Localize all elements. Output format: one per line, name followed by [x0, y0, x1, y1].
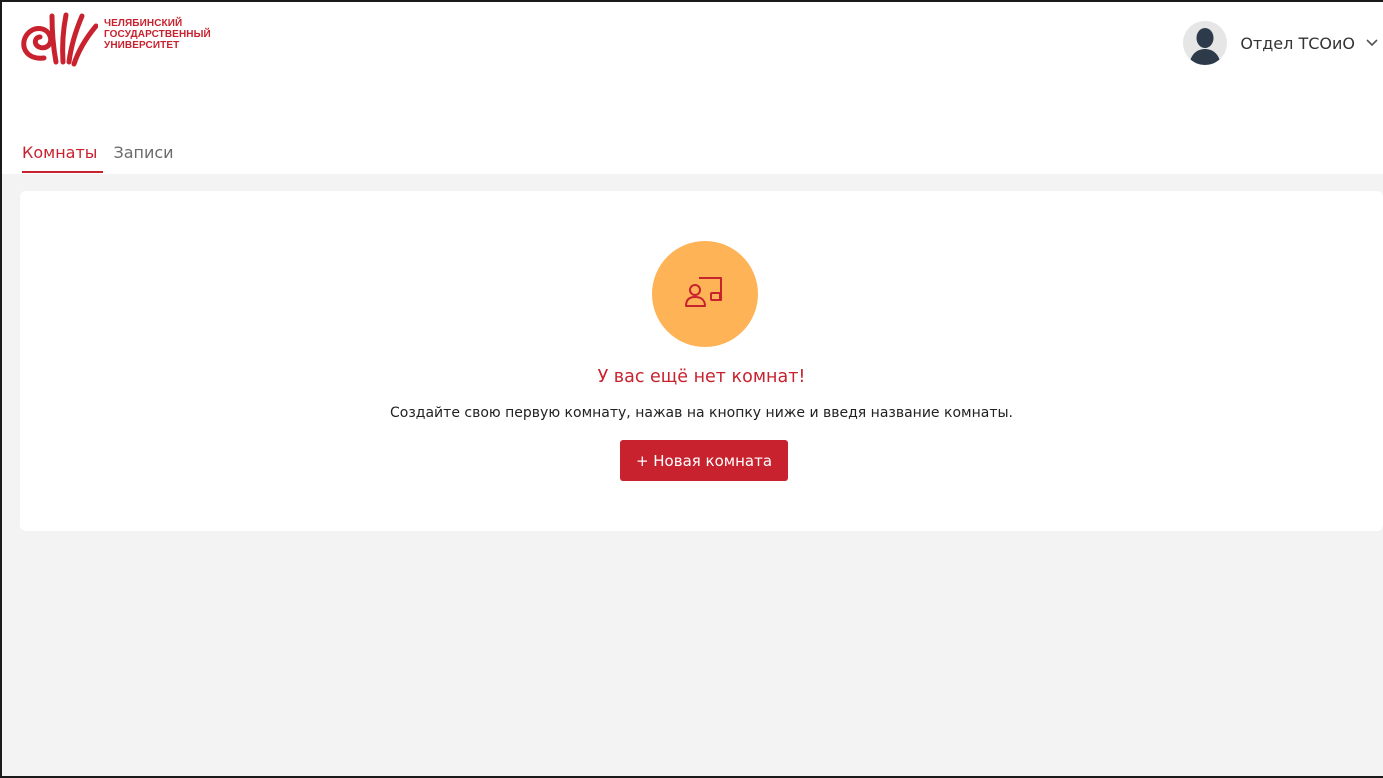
empty-state-title: У вас ещё нет комнат! — [597, 367, 806, 387]
user-avatar-icon[interactable] — [1183, 21, 1228, 65]
university-logo-icon — [21, 12, 98, 67]
logo-line: УНИВЕРСИТЕТ — [104, 40, 180, 51]
tab-recordings[interactable]: Записи — [113, 130, 173, 170]
tab-rooms[interactable]: Комнаты — [22, 130, 104, 173]
tabs: Комнаты Записи — [22, 130, 184, 175]
empty-state-icon-circle — [652, 241, 758, 347]
user-menu[interactable]: Отдел ТСОиО — [1183, 20, 1379, 66]
empty-state-subtitle: Создайте свою первую комнату, нажав на к… — [390, 405, 1013, 421]
main-content: У вас ещё нет комнат! Создайте свою перв… — [2, 174, 1383, 776]
chevron-down-icon[interactable] — [1365, 38, 1379, 48]
logo-line: ЧЕЛЯБИНСКИЙ — [104, 18, 183, 29]
header: ЧЕЛЯБИНСКИЙ ГОСУДАРСТВЕННЫЙ УНИВЕРСИТЕТ … — [2, 2, 1383, 117]
user-name[interactable]: Отдел ТСОиО — [1240, 34, 1355, 53]
teacher-board-icon — [685, 277, 722, 307]
university-logo[interactable]: ЧЕЛЯБИНСКИЙ ГОСУДАРСТВЕННЫЙ УНИВЕРСИТЕТ — [16, 12, 211, 70]
new-room-button[interactable]: + Новая комната — [620, 440, 788, 481]
avatar-silhouette — [1183, 21, 1228, 65]
app-window: ЧЕЛЯБИНСКИЙ ГОСУДАРСТВЕННЫЙ УНИВЕРСИТЕТ … — [0, 0, 1383, 778]
university-name: ЧЕЛЯБИНСКИЙ ГОСУДАРСТВЕННЫЙ УНИВЕРСИТЕТ — [104, 18, 211, 51]
logo-line: ГОСУДАРСТВЕННЫЙ — [104, 29, 211, 40]
empty-state-card: У вас ещё нет комнат! Создайте свою перв… — [20, 191, 1383, 531]
